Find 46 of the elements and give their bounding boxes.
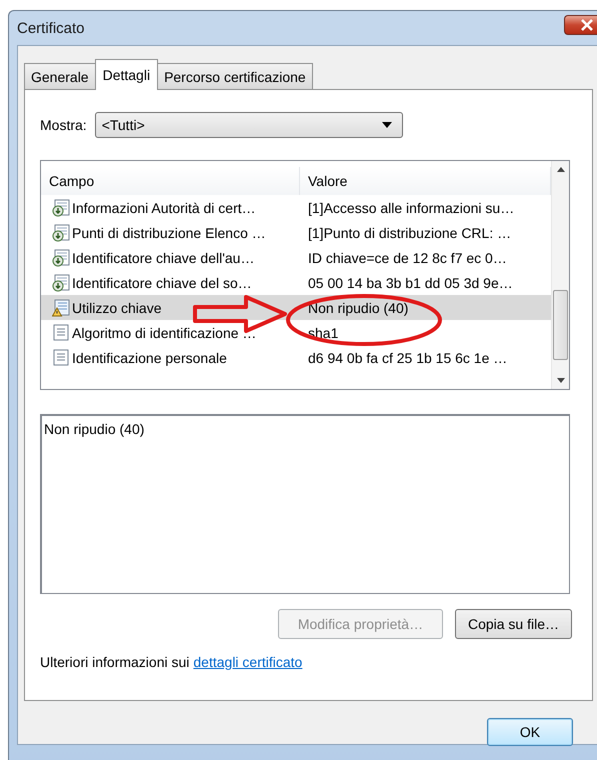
document-icon — [52, 324, 70, 342]
field-value: d6 94 0b fa cf 25 1b 15 6c 1e … — [308, 350, 508, 366]
scroll-up-icon — [556, 167, 564, 172]
field-value: [1]Accesso alle informazioni su… — [308, 200, 514, 216]
list-row[interactable]: Identificatore chiave dell'au… ID chiave=ce de 12 8c f7 ec 0… — [41, 245, 551, 270]
warning-document-icon — [52, 298, 70, 316]
detail-text-box[interactable]: Non ripudio (40) — [40, 414, 570, 594]
scroll-down-icon — [556, 378, 564, 383]
close-button[interactable] — [564, 15, 597, 35]
field-name: Informazioni Autorità di cert… — [72, 200, 256, 216]
field-name: Identificazione personale — [72, 350, 227, 366]
field-value: ID chiave=ce de 12 8c f7 ec 0… — [308, 250, 507, 266]
certificate-download-icon — [52, 274, 70, 292]
document-icon — [52, 348, 70, 366]
certificate-download-icon — [52, 248, 70, 266]
field-name: Identificatore chiave del so… — [72, 274, 252, 290]
certificate-download-icon — [52, 198, 70, 216]
field-name: Utilizzo chiave — [72, 300, 162, 316]
show-label: Mostra: — [40, 117, 87, 133]
close-icon — [580, 19, 594, 31]
field-name: Punti di distribuzione Elenco … — [72, 224, 266, 240]
field-value: [1]Punto di distribuzione CRL: … — [308, 224, 512, 240]
list-row[interactable]: Identificatore chiave del so… 05 00 14 ba 3b b1 dd 05 3d 9e… — [41, 270, 551, 295]
column-header[interactable]: Campo — [41, 167, 300, 195]
tab[interactable]: Generale — [24, 63, 96, 89]
action-button[interactable]: Copia su file… — [454, 609, 572, 639]
window-title: Certificato — [17, 20, 85, 36]
info-text: Ulteriori informazioni sui — [40, 654, 190, 670]
field-name: Algoritmo di identificazione … — [72, 324, 256, 340]
column-header[interactable]: Valore — [300, 167, 551, 195]
scrollbar[interactable] — [551, 161, 569, 389]
tab[interactable]: Percorso certificazione — [157, 63, 313, 89]
list-row[interactable]: Informazioni Autorità di cert… [1]Accesso alle informazioni su… — [41, 195, 551, 220]
certificate-download-icon — [52, 224, 70, 242]
tab[interactable]: Dettagli — [94, 59, 158, 90]
field-name: Identificatore chiave dell'au… — [72, 250, 254, 266]
list-row[interactable]: Punti di distribuzione Elenco … [1]Punto di distribuzione CRL: … — [41, 220, 551, 245]
scroll-thumb[interactable] — [553, 290, 568, 360]
show-dropdown[interactable]: <Tutti> — [94, 112, 403, 138]
field-value: 05 00 14 ba 3b b1 dd 05 3d 9e… — [308, 274, 513, 290]
list-row[interactable]: Utilizzo chiave Non ripudio (40) — [41, 295, 551, 320]
field-value: Non ripudio (40) — [308, 300, 408, 316]
dropdown-arrow-icon — [382, 122, 392, 128]
ok-button[interactable]: OK — [487, 718, 573, 746]
details-link[interactable]: dettagli certificato — [193, 654, 302, 670]
list-row[interactable]: Identificazione personale d6 94 0b fa cf 25 1b 15 6c 1e … — [41, 345, 551, 370]
